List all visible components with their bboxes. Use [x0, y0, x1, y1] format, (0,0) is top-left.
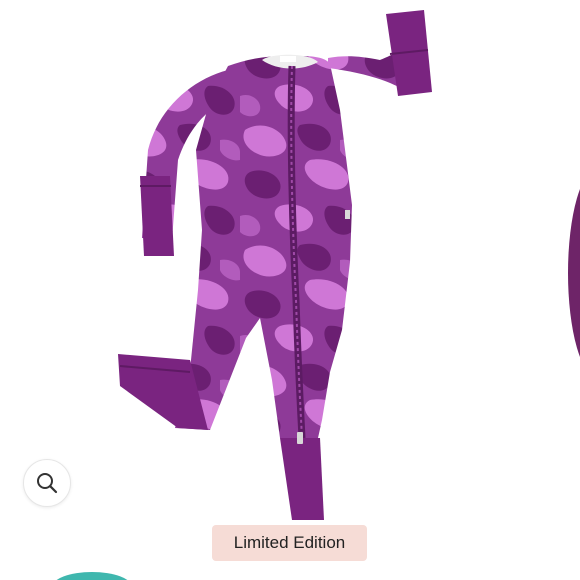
zoom-button[interactable]: [23, 459, 71, 507]
limited-edition-badge: Limited Edition: [212, 525, 367, 561]
product-photo[interactable]: [0, 0, 580, 580]
badge-label: Limited Edition: [233, 533, 346, 552]
image-viewer[interactable]: Limited Edition: [0, 0, 580, 580]
magnifier-icon: [37, 473, 58, 494]
